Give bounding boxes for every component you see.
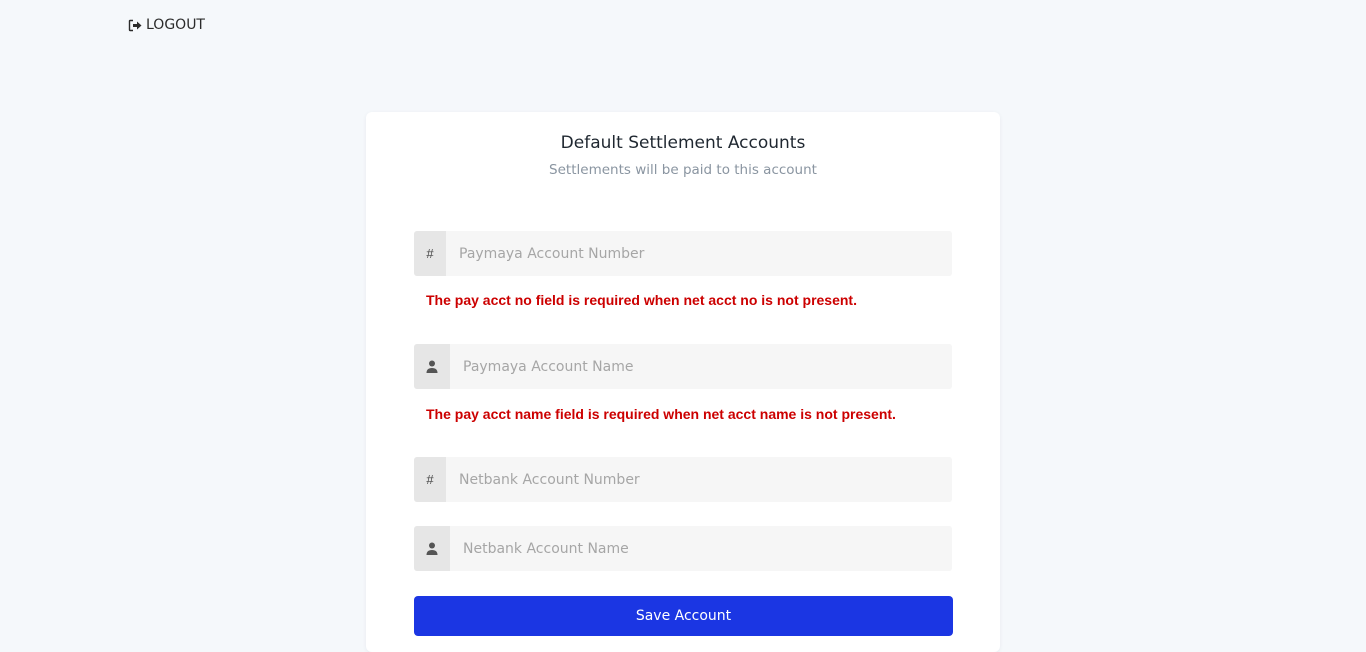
netbank-account-number-input[interactable] [446,457,952,502]
paymaya-account-number-input[interactable] [446,231,952,276]
logout-link[interactable]: LOGOUT [128,17,205,33]
card-subtitle: Settlements will be paid to this account [549,162,817,178]
user-icon [414,344,450,389]
logout-label: LOGOUT [146,17,205,33]
save-account-button[interactable]: Save Account [414,596,953,636]
netbank-account-number-field: # [414,457,952,502]
user-icon [414,526,450,571]
paymaya-number-error: The pay acct no field is required when n… [426,292,857,308]
sign-out-icon [128,19,143,32]
card-title: Default Settlement Accounts [560,133,806,153]
hash-addon: # [414,231,446,276]
hash-addon: # [414,457,446,502]
netbank-account-name-field [414,526,952,571]
paymaya-account-name-field [414,344,952,389]
paymaya-account-name-input[interactable] [450,344,952,389]
paymaya-account-number-field: # [414,231,952,276]
netbank-account-name-input[interactable] [450,526,952,571]
paymaya-name-error: The pay acct name field is required when… [426,406,896,422]
